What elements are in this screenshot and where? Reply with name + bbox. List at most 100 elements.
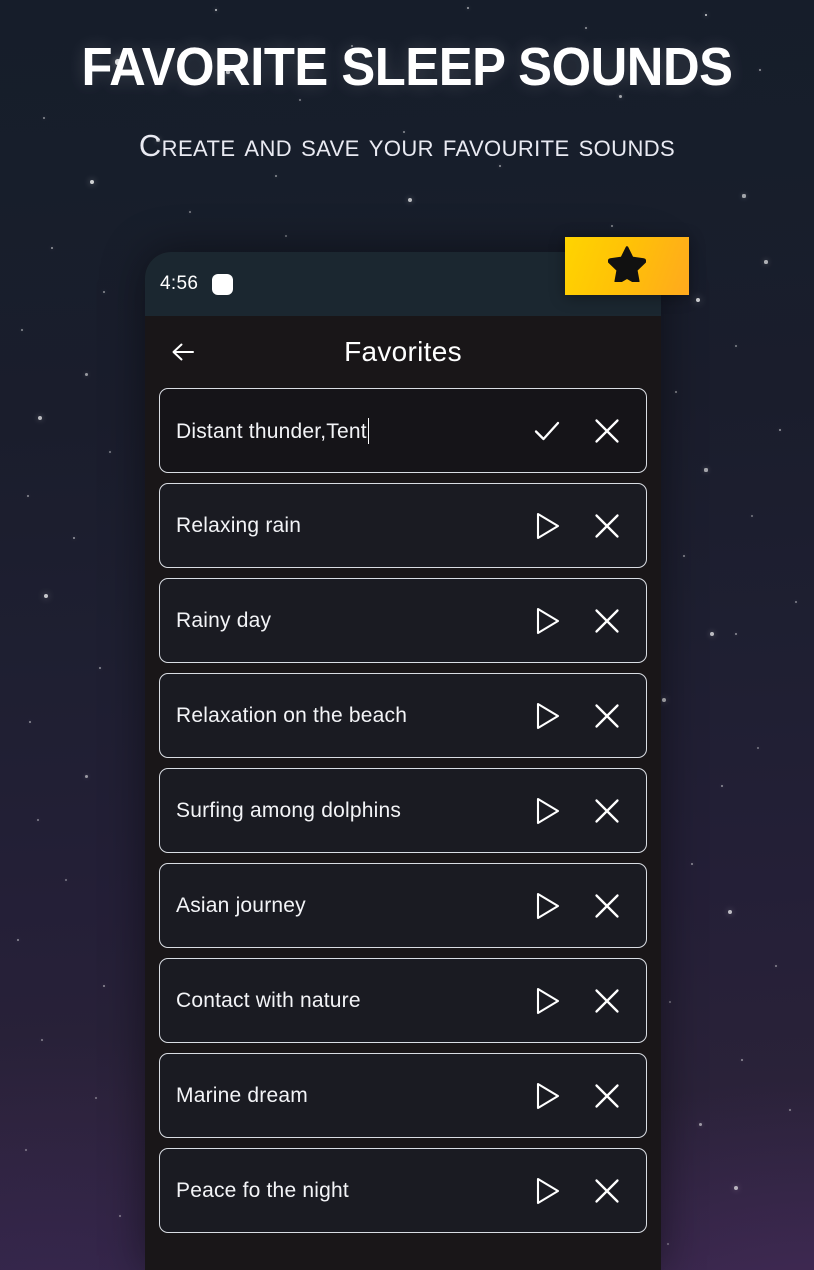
text-caret <box>367 417 370 444</box>
star-dot <box>734 632 738 636</box>
favorites-list: Distant thunder,Tent Relaxing rain Rainy d… <box>145 388 661 1233</box>
star-dot <box>584 26 588 30</box>
star-dot <box>72 536 76 540</box>
star-dot <box>25 1149 27 1151</box>
favorite-name-label: Peace fo the night <box>176 1178 349 1202</box>
star-dot <box>774 964 778 968</box>
favorite-name-label: Marine dream <box>176 1083 308 1107</box>
favorite-name-label: Relaxing rain <box>176 513 302 537</box>
star-dot <box>666 1242 670 1246</box>
star-dot <box>794 600 798 604</box>
favorite-row[interactable]: Marine dream <box>159 1053 647 1138</box>
star-dot <box>102 984 106 988</box>
close-icon[interactable] <box>590 509 624 543</box>
play-icon[interactable] <box>530 984 564 1018</box>
star-dot <box>108 450 112 454</box>
star-dot <box>764 260 768 264</box>
favorite-row[interactable]: Peace fo the night <box>159 1148 647 1233</box>
play-icon[interactable] <box>530 1079 564 1113</box>
star-dot <box>698 1122 702 1126</box>
close-icon[interactable] <box>590 1174 624 1208</box>
star-dot <box>704 468 708 472</box>
star-dot <box>102 290 106 294</box>
star-dot <box>38 416 42 420</box>
star-dot <box>26 494 30 498</box>
star-dot <box>720 784 724 788</box>
star-dot <box>214 8 218 12</box>
star-dot <box>704 13 708 17</box>
close-icon[interactable] <box>590 699 624 733</box>
phone-mockup: 4:56 Favorites Distant thunder,Tent Relax… <box>145 252 661 1270</box>
star-dot <box>98 666 102 670</box>
close-icon[interactable] <box>590 794 624 828</box>
star-dot <box>36 818 40 822</box>
play-icon[interactable] <box>530 604 564 638</box>
row-actions <box>530 414 624 448</box>
back-arrow-icon[interactable] <box>167 335 201 369</box>
star-dot <box>285 235 287 237</box>
star-dot <box>669 1001 671 1003</box>
star-dot <box>467 7 469 9</box>
play-icon[interactable] <box>530 1174 564 1208</box>
close-icon[interactable] <box>590 889 624 923</box>
promo-screenshot: FAVORITE SLEEP SOUNDS Create and save yo… <box>0 0 814 1270</box>
play-icon[interactable] <box>530 509 564 543</box>
star-dot <box>661 697 667 703</box>
star-dot <box>751 515 753 517</box>
row-actions <box>530 1174 624 1208</box>
row-actions <box>530 509 624 543</box>
row-actions <box>530 1079 624 1113</box>
star-dot <box>50 246 54 250</box>
star-dot <box>710 632 714 636</box>
favorite-row[interactable]: Contact with nature <box>159 958 647 1043</box>
close-icon[interactable] <box>590 1079 624 1113</box>
favorite-row[interactable]: Surfing among dolphins <box>159 768 647 853</box>
play-icon[interactable] <box>530 889 564 923</box>
play-icon[interactable] <box>530 699 564 733</box>
favorite-name-label: Asian journey <box>176 893 306 917</box>
star-dot <box>84 774 88 778</box>
star-dot <box>742 194 746 198</box>
star-dot <box>734 344 738 348</box>
star-dot <box>408 198 412 202</box>
close-icon[interactable] <box>590 984 624 1018</box>
rounded-square-icon <box>212 273 234 295</box>
star-dot <box>788 1108 792 1112</box>
star-dot <box>299 99 301 101</box>
favorite-row[interactable]: Asian journey <box>159 863 647 948</box>
star-dot <box>40 1038 44 1042</box>
favorite-row[interactable]: Relaxation on the beach <box>159 673 647 758</box>
favorite-row[interactable]: Distant thunder,Tent <box>159 388 647 473</box>
play-icon[interactable] <box>530 794 564 828</box>
star-icon <box>607 245 647 287</box>
row-actions <box>530 604 624 638</box>
star-dot <box>682 554 686 558</box>
star-dot <box>274 174 278 178</box>
star-dot <box>118 1214 122 1218</box>
row-actions <box>530 699 624 733</box>
star-dot <box>188 210 192 214</box>
close-icon[interactable] <box>590 604 624 638</box>
star-dot <box>84 372 88 376</box>
star-dot <box>20 328 24 332</box>
favorite-row[interactable]: Relaxing rain <box>159 483 647 568</box>
row-actions <box>530 984 624 1018</box>
star-dot <box>89 179 95 185</box>
app-bar: Favorites <box>145 316 661 388</box>
check-icon[interactable] <box>530 414 564 448</box>
star-badge <box>565 237 689 295</box>
star-dot <box>28 720 32 724</box>
page-title: FAVORITE SLEEP SOUNDS <box>81 37 733 97</box>
star-dot <box>740 1058 744 1062</box>
favorite-row[interactable]: Rainy day <box>159 578 647 663</box>
close-icon[interactable] <box>590 414 624 448</box>
star-dot <box>42 116 46 120</box>
page-subtitle: Create and save your favourite sounds <box>138 128 676 163</box>
row-actions <box>530 794 624 828</box>
favorite-name-input[interactable]: Distant thunder,Tent <box>176 417 530 444</box>
favorite-name-label: Surfing among dolphins <box>176 798 402 822</box>
star-dot <box>610 224 614 228</box>
star-dot <box>778 428 782 432</box>
favorite-name-label: Contact with nature <box>176 988 361 1012</box>
star-dot <box>94 1096 98 1100</box>
